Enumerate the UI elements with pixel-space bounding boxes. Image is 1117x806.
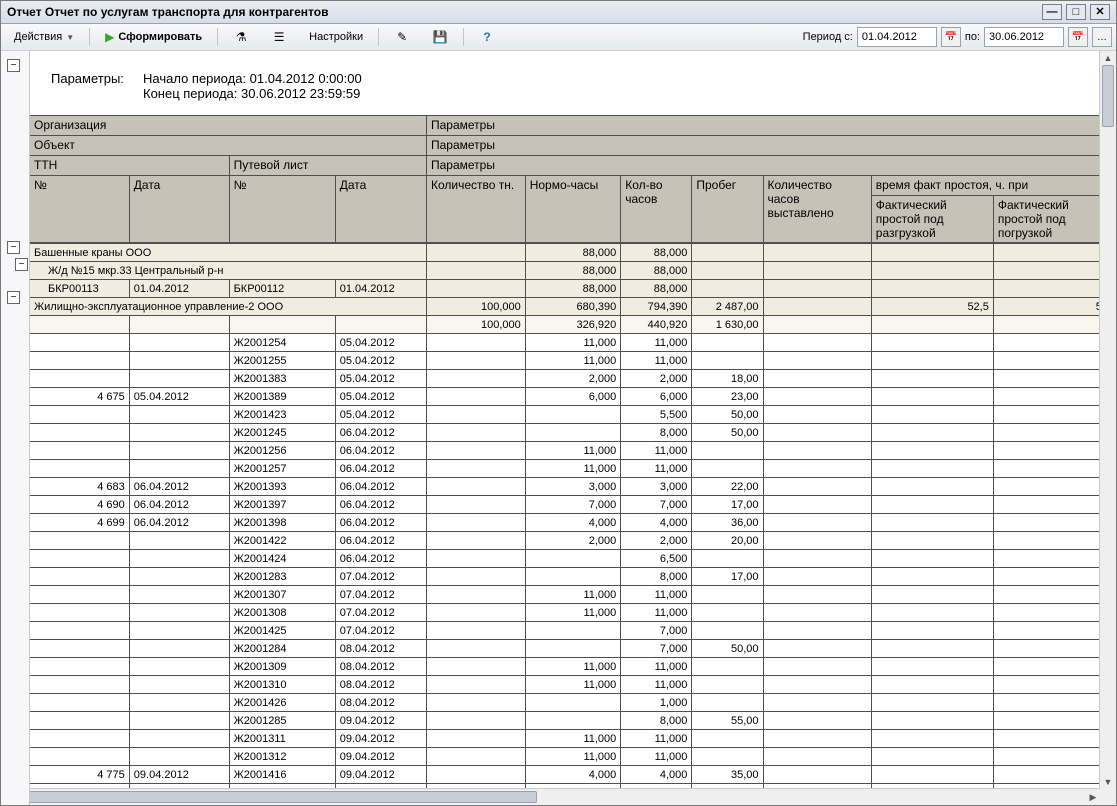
tree-button[interactable]: ☰ (262, 26, 296, 48)
form-button[interactable]: ▶ Сформировать (96, 26, 211, 48)
table-row[interactable]: Ж200128509.04.20128,00055,00 (30, 712, 1116, 730)
table-row[interactable]: Ж200142406.04.20126,500 (30, 550, 1116, 568)
outline-toggle[interactable]: − (15, 258, 28, 271)
table-row[interactable]: 4 69906.04.2012Ж200139806.04.20124,0004,… (30, 514, 1116, 532)
params-block: Параметры:Начало периода: 01.04.2012 0:0… (29, 51, 1116, 115)
outline-gutter: − − − − (1, 51, 30, 805)
minimize-button[interactable]: — (1042, 4, 1062, 20)
header-table: ОрганизацияПараметры ОбъектПараметры ТТН… (29, 115, 1116, 243)
outline-toggle[interactable]: − (7, 241, 20, 254)
table-row[interactable]: Ж200125706.04.201211,00011,000 (30, 460, 1116, 478)
calendar-from-button[interactable]: 📅 (941, 27, 961, 47)
tree-icon: ☰ (271, 29, 287, 45)
help-button[interactable]: ? (470, 26, 504, 48)
disk-icon: 💾 (432, 29, 448, 45)
table-row[interactable]: Башенные краны ООО88,00088,000 (30, 244, 1116, 262)
data-table[interactable]: Башенные краны ООО88,00088,000Ж/д №15 мк… (29, 243, 1116, 805)
table-row[interactable]: Ж200142305.04.20125,50050,00 (30, 406, 1116, 424)
report-content: − − − − Параметры:Начало периода: 01.04.… (1, 51, 1116, 805)
outline-toggle[interactable]: − (7, 291, 20, 304)
table-row[interactable]: Ж200124506.04.20128,00050,00 (30, 424, 1116, 442)
table-row[interactable]: Ж/д №15 мкр.33 Центральный р-н88,00088,0… (30, 262, 1116, 280)
table-row[interactable]: Ж200130707.04.201211,00011,000 (30, 586, 1116, 604)
table-row[interactable]: Ж200128307.04.20128,00017,00 (30, 568, 1116, 586)
table-row[interactable]: 4 69006.04.2012Ж200139706.04.20127,0007,… (30, 496, 1116, 514)
settings-button[interactable]: Настройки (300, 26, 372, 48)
maximize-button[interactable]: □ (1066, 4, 1086, 20)
table-row[interactable]: 4 67505.04.2012Ж200138905.04.20126,0006,… (30, 388, 1116, 406)
table-row[interactable]: Ж200125505.04.201211,00011,000 (30, 352, 1116, 370)
period-to-label: по: (965, 31, 980, 43)
play-icon: ▶ (105, 30, 114, 44)
table-row[interactable]: Ж200125606.04.201211,00011,000 (30, 442, 1116, 460)
report-window: Отчет Отчет по услугам транспорта для ко… (0, 0, 1117, 806)
edit-button[interactable]: ✎ (385, 26, 419, 48)
table-row[interactable]: Ж200130908.04.201211,00011,000 (30, 658, 1116, 676)
table-row[interactable]: Ж200142206.04.20122,0002,00020,00 (30, 532, 1116, 550)
save-button[interactable]: 💾 (423, 26, 457, 48)
horizontal-scrollbar[interactable]: ◀ ▶ (1, 788, 1100, 805)
table-row[interactable]: Ж200130807.04.201211,00011,000 (30, 604, 1116, 622)
period-from-label: Период с: (803, 31, 853, 43)
funnel-icon: ⚗ (233, 29, 249, 45)
pencil-icon: ✎ (394, 29, 410, 45)
toolbar: Действия▼ ▶ Сформировать ⚗ ☰ Настройки ✎… (1, 24, 1116, 51)
table-row[interactable]: 4 77509.04.2012Ж200141609.04.20124,0004,… (30, 766, 1116, 784)
calendar-to-button[interactable]: 📅 (1068, 27, 1088, 47)
window-title: Отчет Отчет по услугам транспорта для ко… (7, 5, 328, 19)
table-row[interactable]: Ж200131109.04.201211,00011,000 (30, 730, 1116, 748)
period-select-button[interactable]: … (1092, 27, 1112, 47)
table-row[interactable]: Ж200142608.04.20121,000 (30, 694, 1116, 712)
period-to-input[interactable]: 30.06.2012 (984, 27, 1064, 47)
table-row[interactable]: Ж200142507.04.20127,000 (30, 622, 1116, 640)
filter-button[interactable]: ⚗ (224, 26, 258, 48)
titlebar: Отчет Отчет по услугам транспорта для ко… (1, 1, 1116, 24)
table-row[interactable]: БКР0011301.04.2012БКР0011201.04.201288,0… (30, 280, 1116, 298)
table-row[interactable]: 100,000326,920440,9201 630,00 (30, 316, 1116, 334)
table-row[interactable]: Ж200138305.04.20122,0002,00018,00 (30, 370, 1116, 388)
table-row[interactable]: Ж200131008.04.201211,00011,000 (30, 676, 1116, 694)
close-button[interactable]: ✕ (1090, 4, 1110, 20)
outline-toggle[interactable]: − (7, 59, 20, 72)
actions-menu[interactable]: Действия▼ (5, 26, 83, 48)
table-row[interactable]: Ж200131209.04.201211,00011,000 (30, 748, 1116, 766)
vertical-scrollbar[interactable]: ▲ ▼ (1099, 51, 1116, 789)
period-from-input[interactable]: 01.04.2012 (857, 27, 937, 47)
table-row[interactable]: 4 68306.04.2012Ж200139306.04.20123,0003,… (30, 478, 1116, 496)
table-row[interactable]: Ж200125405.04.201211,00011,000 (30, 334, 1116, 352)
table-row[interactable]: Ж200128408.04.20127,00050,00 (30, 640, 1116, 658)
help-icon: ? (479, 29, 495, 45)
table-row[interactable]: Жилищно-эксплуатационное управление-2 ОО… (30, 298, 1116, 316)
